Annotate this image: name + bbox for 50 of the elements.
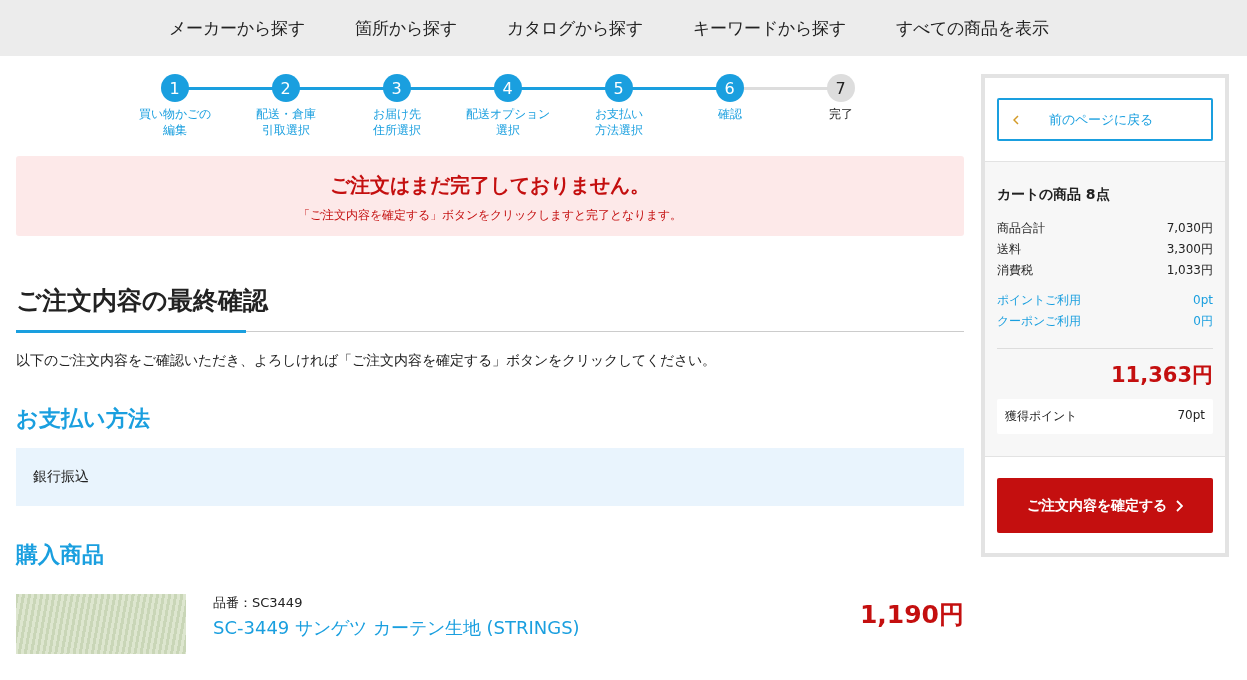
step-label: 選択 [495, 122, 520, 139]
summary-label: 送料 [997, 241, 1021, 258]
summary-value: 0円 [1193, 313, 1213, 330]
alert-message: 「ご注文内容を確定する」ボタンをクリックしますと完了となります。 [297, 207, 683, 224]
summary-value: 3,300円 [1166, 241, 1213, 258]
alert-title: ご注文はまだ完了しておりません。 [329, 172, 651, 199]
step-label: 配送オプション [465, 107, 550, 123]
nav-link[interactable]: すべての商品を表示 [895, 16, 1049, 40]
chevron-right-icon [1175, 499, 1183, 512]
payment-method: 銀行振込 [33, 468, 89, 484]
page-heading: ご注文内容の最終確認 [16, 285, 268, 317]
step-label: 方法選択 [594, 122, 643, 139]
summary-value: 0pt [1193, 292, 1213, 309]
step-number: 3 [382, 74, 411, 102]
section-heading: 購入商品 [16, 541, 105, 569]
nav-link[interactable]: メーカーから探す [168, 16, 305, 40]
product-code: 品番：SC3449 [213, 594, 304, 612]
product-price: 1,190円 [859, 599, 964, 631]
points-label: 獲得ポイント [1005, 408, 1077, 425]
step-number: 5 [604, 74, 633, 102]
summary-value: 7,030円 [1166, 220, 1213, 237]
summary-label: 商品合計 [997, 220, 1045, 237]
summary-label: クーポンご利用 [997, 313, 1081, 330]
nav-link[interactable]: カタログから探す [506, 16, 643, 40]
summary-label: ポイントご利用 [997, 292, 1081, 309]
step-number: 7 [826, 74, 855, 102]
summary-value: 1,033円 [1166, 262, 1213, 279]
step-label: 買い物かごの [138, 107, 211, 123]
step-label: 住所選択 [372, 122, 421, 139]
step-number: 6 [715, 74, 744, 102]
step-label: 編集 [162, 122, 187, 139]
step-number: 2 [271, 74, 300, 102]
step-label: 確認 [717, 107, 742, 123]
nav-link[interactable]: 箇所から探す [354, 16, 457, 40]
intro-text: 以下のご注文内容をご確認いただき、よろしければ「ご注文内容を確定する」ボタンをクリックしてください。 [16, 352, 717, 370]
summary-label: 消費税 [997, 262, 1033, 279]
nav-link[interactable]: キーワードから探す [692, 16, 846, 40]
step-label: 引取選択 [261, 122, 310, 139]
step-label: 完了 [828, 107, 853, 123]
step-label: お支払い [594, 107, 643, 123]
points-value: 70pt [1177, 408, 1205, 424]
step-label: 配送・倉庫 [255, 107, 316, 123]
confirm-order-button[interactable]: ご注文内容を確定する [997, 478, 1213, 533]
total-price: 11,363円 [997, 348, 1213, 389]
chevron-left-icon [1013, 114, 1019, 125]
step-number: 4 [493, 74, 522, 102]
section-heading: お支払い方法 [16, 405, 151, 433]
cart-title: カートの商品 8点 [997, 186, 1111, 204]
step-number: 1 [160, 74, 189, 102]
step-label: お届け先 [372, 107, 421, 123]
